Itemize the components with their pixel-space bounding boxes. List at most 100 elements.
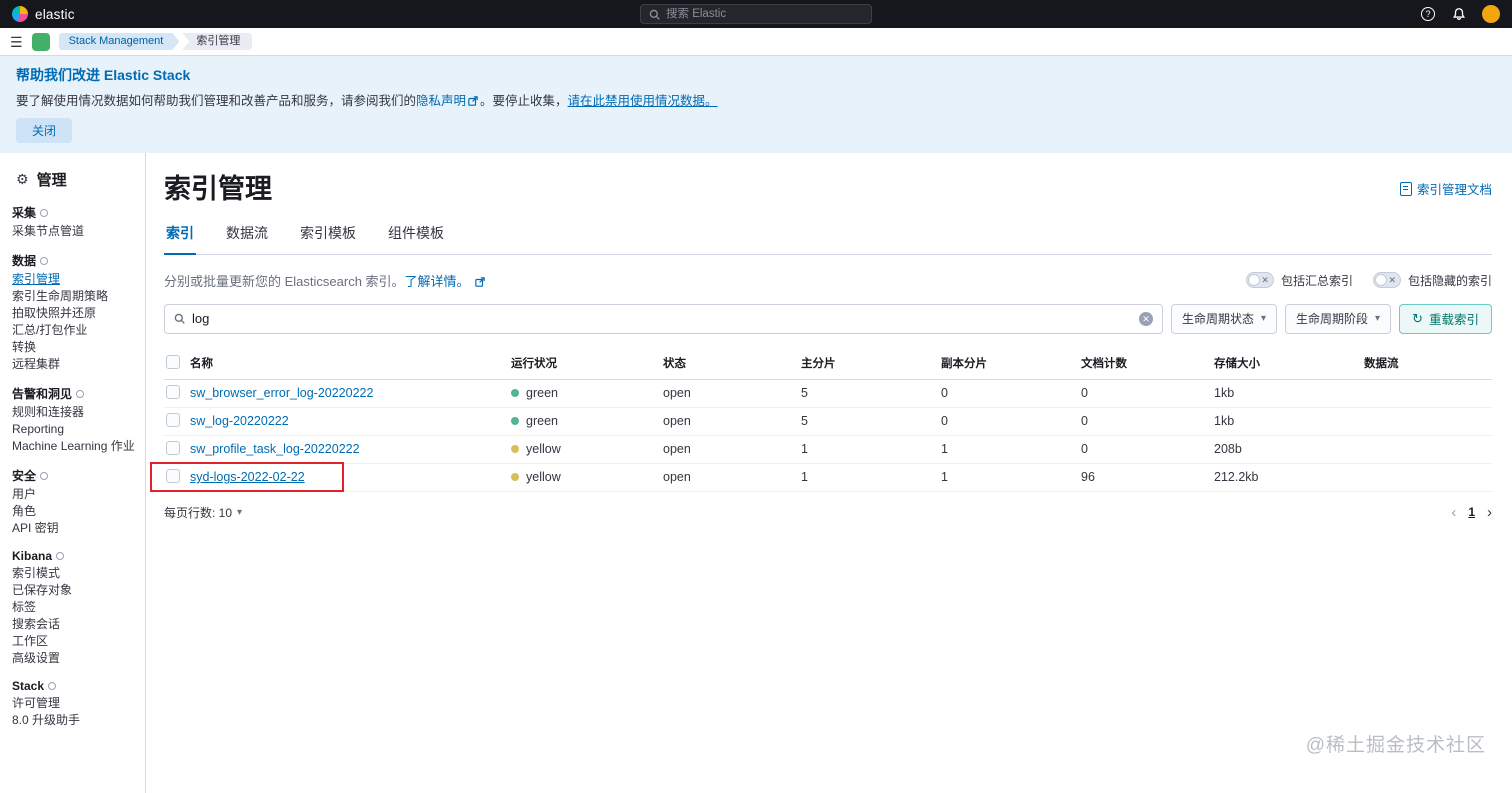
index-name-link[interactable]: sw_profile_task_log-20220222 [190, 442, 360, 456]
global-search-input[interactable] [666, 8, 863, 20]
column-header[interactable]: 主分片 [801, 355, 941, 371]
user-avatar[interactable] [1482, 5, 1500, 23]
tab[interactable]: 索引 [164, 223, 196, 255]
row-checkbox[interactable] [166, 384, 180, 399]
next-page-icon[interactable]: › [1487, 504, 1492, 521]
rows-per-page-dropdown[interactable]: 每页行数: 10 ▾ [164, 504, 242, 521]
current-page[interactable]: 1 [1468, 505, 1475, 519]
refresh-icon: ↻ [1412, 310, 1423, 326]
close-banner-button[interactable]: 关闭 [16, 118, 73, 143]
filter-dropdown[interactable]: 生命周期状态 ▾ [1170, 303, 1278, 334]
pager: ‹ 1 › [1451, 504, 1492, 521]
index-name-link[interactable]: sw_browser_error_log-20220222 [190, 386, 373, 400]
health-dot-icon [511, 417, 519, 426]
sidebar-section-header: Stack [12, 679, 139, 693]
index-name-link[interactable]: sw_log-20220222 [190, 414, 289, 428]
help-icon[interactable]: ? [1420, 6, 1436, 22]
tab[interactable]: 组件模板 [386, 223, 446, 254]
sidebar-item[interactable]: 许可管理 [12, 697, 139, 710]
column-header[interactable]: 副本分片 [941, 355, 1081, 371]
learn-more-link[interactable]: 了解详情。 [405, 274, 470, 289]
sidebar-section-items: 许可管理 8.0 升级助手 [12, 697, 139, 727]
table-row: sw_profile_task_log-20220222 yellow open… [164, 436, 1492, 464]
toggle-label: 包括汇总索引 [1280, 273, 1353, 288]
sidebar-item[interactable]: 搜索会话 [12, 618, 139, 631]
tab[interactable]: 数据流 [224, 223, 270, 254]
column-header[interactable]: 存储大小 [1214, 355, 1364, 371]
primaries-cell: 5 [801, 386, 808, 401]
tab[interactable]: 索引模板 [298, 223, 358, 254]
index-search-box[interactable]: ✕ [164, 303, 1163, 334]
sidebar-item[interactable]: 已保存对象 [12, 584, 139, 597]
index-name-link[interactable]: syd-logs-2022-02-22 [190, 470, 305, 484]
select-all-cell [164, 354, 190, 372]
sidebar-item[interactable]: 工作区 [12, 635, 139, 648]
sidebar-item[interactable]: 拍取快照并还原 [12, 307, 139, 320]
reload-indices-button[interactable]: ↻ 重载索引 [1399, 303, 1492, 334]
index-name-cell: sw_browser_error_log-20220222 [190, 386, 511, 400]
rows-per-page-label: 每页行数: 10 [164, 505, 233, 520]
select-all-checkbox[interactable] [166, 354, 180, 369]
sidebar-section-title: 采集 [12, 206, 37, 220]
sidebar-item[interactable]: 高级设置 [12, 652, 139, 665]
column-header[interactable]: 运行状况 [511, 355, 663, 371]
previous-page-icon[interactable]: ‹ [1451, 504, 1456, 521]
disable-telemetry-link[interactable]: 请在此禁用使用情况数据。 [568, 94, 718, 108]
filter-row: ✕ 生命周期状态 ▾ 生命周期阶段 ▾ ↻ 重载索引 [164, 303, 1492, 334]
sidebar-section: Stack 许可管理 8.0 升级助手 [12, 679, 139, 727]
sidebar-section-items: 用户角色 API 密钥 [12, 488, 139, 535]
notifications-icon[interactable] [1451, 6, 1467, 22]
row-checkbox[interactable] [166, 412, 180, 427]
docs-link[interactable]: 索引管理文档 [1399, 179, 1492, 198]
sidebar: ⚙ 管理 采集 采集节点管道 数据 索引管理 索引生命周期策略 拍取快照并还原 汇总/… [0, 153, 146, 793]
breadcrumb-stack-management[interactable]: Stack Management [59, 33, 180, 50]
health-cell: yellow [511, 470, 663, 484]
sidebar-section-items: 索引模式已保存对象标签搜索会话工作区高级设置 [12, 567, 139, 665]
sidebar-item[interactable]: 采集节点管道 [12, 225, 139, 238]
sidebar-item[interactable]: API 密钥 [12, 522, 139, 535]
column-header[interactable]: 状态 [663, 355, 801, 371]
docs-link-label: 索引管理文档 [1416, 183, 1492, 197]
toggle-switch-row[interactable]: ✕ 包括隐藏的索引 [1372, 272, 1492, 289]
privacy-statement-link[interactable]: 隐私声明 [416, 94, 466, 108]
pagination: 每页行数: 10 ▾ ‹ 1 › [164, 504, 1492, 521]
toggle-off-icon: ✕ [1388, 275, 1396, 286]
sidebar-section-header: 采集 [12, 204, 139, 221]
filter-dropdown[interactable]: 生命周期阶段 ▾ [1285, 303, 1392, 334]
sidebar-item[interactable]: 远程集群 [12, 358, 139, 371]
search-icon [649, 9, 660, 20]
sidebar-item[interactable]: 转换 [12, 341, 139, 354]
column-header[interactable]: 名称 [190, 355, 511, 371]
sidebar-item[interactable]: 用户 [12, 488, 139, 501]
sidebar-section: 数据 索引管理索引生命周期策略 拍取快照并还原 汇总/打包作业 转换远程集群 [12, 252, 139, 371]
clear-search-icon[interactable]: ✕ [1138, 311, 1153, 326]
sidebar-item[interactable]: 索引模式 [12, 567, 139, 580]
status-cell: open [663, 470, 691, 485]
space-avatar[interactable] [31, 32, 50, 51]
row-checkbox[interactable] [166, 440, 180, 455]
elastic-brand[interactable]: elastic [12, 6, 75, 22]
sidebar-item[interactable]: 索引管理 [12, 273, 139, 286]
column-header[interactable]: 文档计数 [1081, 355, 1214, 371]
toggle-switch[interactable]: ✕ [1245, 272, 1274, 289]
row-checkbox[interactable] [166, 468, 180, 483]
global-search[interactable] [640, 4, 872, 24]
toggle-switch[interactable]: ✕ [1372, 272, 1401, 289]
toggle-switch-row[interactable]: ✕ 包括汇总索引 [1245, 272, 1353, 289]
row-checkbox-cell [164, 468, 190, 486]
sidebar-item[interactable]: 角色 [12, 505, 139, 518]
index-search-input[interactable] [192, 311, 1132, 327]
sidebar-item[interactable]: 索引生命周期策略 [12, 290, 139, 303]
sidebar-item[interactable]: Machine Learning 作业 [12, 440, 139, 453]
column-header[interactable]: 数据流 [1364, 355, 1492, 371]
sidebar-item[interactable]: 规则和连接器 [12, 406, 139, 419]
sidebar-item[interactable]: 标签 [12, 601, 139, 614]
health-text: yellow [526, 470, 561, 485]
sidebar-item[interactable]: 8.0 升级助手 [12, 714, 139, 727]
menu-icon[interactable]: ☰ [10, 35, 23, 49]
table-row: sw_log-20220222 green open 5 0 0 1kb [164, 408, 1492, 436]
sidebar-item[interactable]: 汇总/打包作业 [12, 324, 139, 337]
sidebar-section: 告警和洞见 规则和连接器 Reporting Machine Learning 作业 [12, 385, 139, 453]
sidebar-section-header: 数据 [12, 252, 139, 269]
sidebar-item[interactable]: Reporting [12, 423, 139, 436]
